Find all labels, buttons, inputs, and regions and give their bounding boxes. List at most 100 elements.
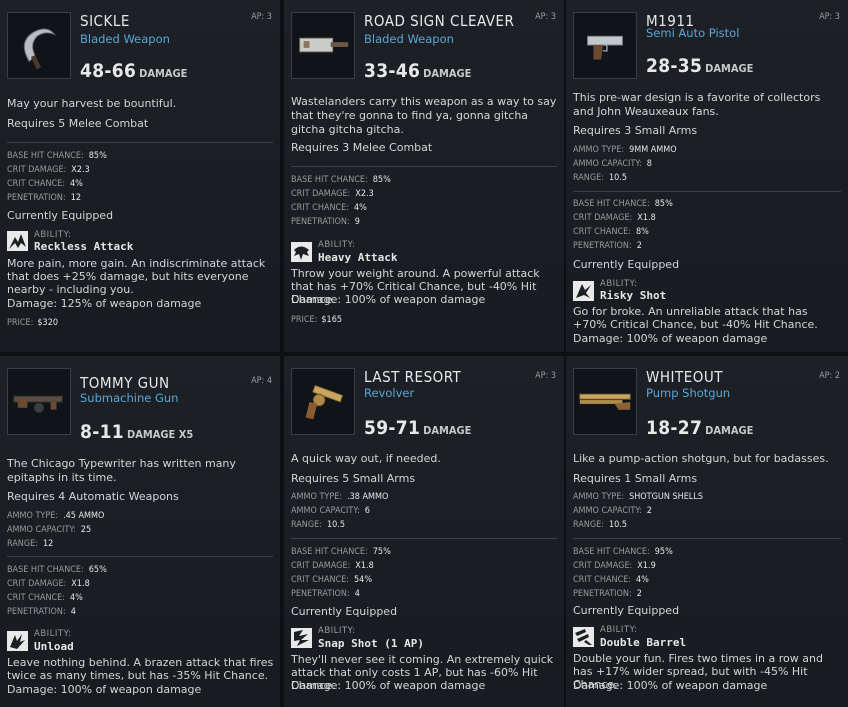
ammo-stats: Ammo Type: SHOTGUN SHELLS Ammo Capacity: 2… xyxy=(573,490,703,532)
double-barrel-icon xyxy=(573,627,594,647)
damage-readout: 59-71 DAMAGE xyxy=(364,417,471,439)
weapon-type: Submachine Gun xyxy=(80,391,179,405)
weapon-name: TOMMY GUN xyxy=(80,374,170,392)
divider xyxy=(291,166,557,167)
pistol-icon xyxy=(587,35,623,60)
stat-penetration: Penetration: 2 xyxy=(573,589,642,599)
m1911-thumbnail xyxy=(573,12,637,79)
stat-crit-damage: Crit Damage: X2.3 xyxy=(291,189,374,199)
ability-label: ABILITY: xyxy=(318,240,356,250)
ability-label: ABILITY: xyxy=(34,629,72,639)
divider xyxy=(7,142,273,143)
flavor-text: Like a pump-action shotgun, but for bada… xyxy=(573,452,829,465)
damage-label: DAMAGE xyxy=(423,424,472,437)
ability-damage: Damage: 100% of weapon damage xyxy=(291,679,486,692)
damage-label: DAMAGE xyxy=(139,67,188,80)
ap-cost: AP: 3 xyxy=(819,12,840,22)
damage-label: DAMAGE X5 xyxy=(126,428,194,441)
risky-shot-icon xyxy=(573,281,594,301)
sickle-thumbnail xyxy=(7,12,71,79)
stat-range: Range: 12 xyxy=(7,539,54,549)
divider xyxy=(573,191,841,192)
shotgun-icon xyxy=(579,393,631,410)
stat-range: Range: 10.5 xyxy=(573,520,628,530)
stat-base-hit-chance: Base Hit Chance: 65% xyxy=(7,565,107,575)
weapon-card-m1911[interactable]: M1911 Semi Auto Pistol AP: 3 28-35 DAMAGE… xyxy=(566,0,848,352)
requirement: Requires 1 Small Arms xyxy=(573,472,698,485)
equipped-status: Currently Equipped xyxy=(573,258,680,271)
submachine-gun-icon xyxy=(13,395,63,413)
weapon-type: Semi Auto Pistol xyxy=(646,26,740,40)
flavor-text: Wastelanders carry this weapon as a way … xyxy=(291,95,557,136)
stat-penetration: Penetration: 4 xyxy=(7,607,76,617)
stat-penetration: Penetration: 2 xyxy=(573,241,642,251)
weapon-type: Bladed Weapon xyxy=(80,32,170,46)
weapon-type: Pump Shotgun xyxy=(646,386,731,400)
ability-description: More pain, more gain. An indiscriminate … xyxy=(7,257,266,296)
ability-description: Leave nothing behind. A brazen attack th… xyxy=(7,656,274,682)
stat-ammo-type: Ammo Type: SHOTGUN SHELLS xyxy=(573,492,703,502)
damage-value: 48-66 xyxy=(80,60,137,82)
snap-shot-icon xyxy=(291,628,312,648)
weapon-card-tommy-gun[interactable]: TOMMY GUN Submachine Gun AP: 4 8-11 DAMAG… xyxy=(0,356,280,707)
damage-value: 59-71 xyxy=(364,417,421,439)
stat-penetration: Penetration: 9 xyxy=(291,217,360,227)
equipped-status: Currently Equipped xyxy=(291,605,398,618)
flavor-text: May your harvest be bountiful. xyxy=(7,97,177,110)
divider xyxy=(291,538,557,539)
reckless-attack-icon xyxy=(7,231,28,251)
weapon-type: Bladed Weapon xyxy=(364,32,454,46)
stat-crit-damage: Crit Damage: X1.8 xyxy=(291,561,374,571)
stat-crit-chance: Crit Chance: 4% xyxy=(7,179,83,189)
stat-base-hit-chance: Base Hit Chance: 85% xyxy=(291,175,391,185)
flavor-text: This pre-war design is a favorite of col… xyxy=(573,91,821,118)
combat-stats: Base Hit Chance: 65% Crit Damage: X1.8 Cri… xyxy=(7,563,107,619)
requirement: Requires 3 Melee Combat xyxy=(291,141,433,154)
ap-cost: AP: 3 xyxy=(535,12,556,22)
ammo-stats: Ammo Type: 9MM AMMO Ammo Capacity: 8 Range… xyxy=(573,143,677,185)
revolver-icon xyxy=(305,384,344,420)
ability-name: Unload xyxy=(34,640,74,653)
ammo-stats: Ammo Type: .38 AMMO Ammo Capacity: 6 Range… xyxy=(291,490,388,532)
combat-stats: Base Hit Chance: 85% Crit Damage: X2.3 Cri… xyxy=(291,173,391,229)
cleaver-icon xyxy=(299,37,349,53)
stat-base-hit-chance: Base Hit Chance: 95% xyxy=(573,547,673,557)
weapon-card-sickle[interactable]: SICKLE Bladed Weapon AP: 3 48-66 DAMAGE M… xyxy=(0,0,280,352)
stat-ammo-capacity: Ammo Capacity: 25 xyxy=(7,525,92,535)
price: PRICE: $320 xyxy=(7,318,59,328)
weapon-card-last-resort[interactable]: LAST RESORT Revolver AP: 3 59-71 DAMAGE A… xyxy=(284,356,564,707)
weapon-card-whiteout[interactable]: WHITEOUT Pump Shotgun AP: 2 18-27 DAMAGE … xyxy=(566,356,848,707)
tommy-gun-thumbnail xyxy=(7,368,71,435)
ap-cost: AP: 3 xyxy=(535,371,556,381)
stat-range: Range: 10.5 xyxy=(573,173,628,183)
combat-stats: Base Hit Chance: 75% Crit Damage: X1.8 Cri… xyxy=(291,545,391,601)
ability-label: ABILITY: xyxy=(600,625,638,635)
ability-name: Risky Shot xyxy=(600,289,667,302)
ability-label: ABILITY: xyxy=(600,279,638,289)
damage-label: DAMAGE xyxy=(705,62,754,75)
stat-base-hit-chance: Base Hit Chance: 85% xyxy=(7,151,107,161)
requirement: Requires 5 Small Arms xyxy=(291,472,416,485)
damage-value: 28-35 xyxy=(646,55,703,77)
ability-damage: Damage: 100% of weapon damage xyxy=(573,332,768,345)
weapon-card-road-sign-cleaver[interactable]: ROAD SIGN CLEAVER Bladed Weapon AP: 3 33… xyxy=(284,0,564,352)
ability-damage: Damage: 100% of weapon damage xyxy=(291,293,486,306)
stat-penetration: Penetration: 4 xyxy=(291,589,360,599)
damage-readout: 48-66 DAMAGE xyxy=(80,60,187,82)
stat-crit-chance: Crit Chance: 4% xyxy=(291,203,367,213)
stat-ammo-capacity: Ammo Capacity: 8 xyxy=(573,159,652,169)
stat-range: Range: 10.5 xyxy=(291,520,346,530)
stat-crit-chance: Crit Chance: 4% xyxy=(7,593,83,603)
heavy-attack-icon xyxy=(291,242,312,262)
whiteout-thumbnail xyxy=(573,368,637,435)
road-sign-cleaver-thumbnail xyxy=(291,12,355,79)
damage-label: DAMAGE xyxy=(705,424,754,437)
ability-damage: Damage: 100% of weapon damage xyxy=(573,679,768,692)
weapon-name: ROAD SIGN CLEAVER xyxy=(364,12,515,30)
ap-cost: AP: 4 xyxy=(251,376,272,386)
ability-name: Snap Shot (1 AP) xyxy=(318,637,424,650)
combat-stats: Base Hit Chance: 85% Crit Damage: X1.8 Cri… xyxy=(573,197,673,253)
ability-damage: Damage: 100% of weapon damage xyxy=(7,683,202,696)
damage-readout: 8-11 DAMAGE X5 xyxy=(80,421,193,443)
equipped-status: Currently Equipped xyxy=(7,209,114,222)
